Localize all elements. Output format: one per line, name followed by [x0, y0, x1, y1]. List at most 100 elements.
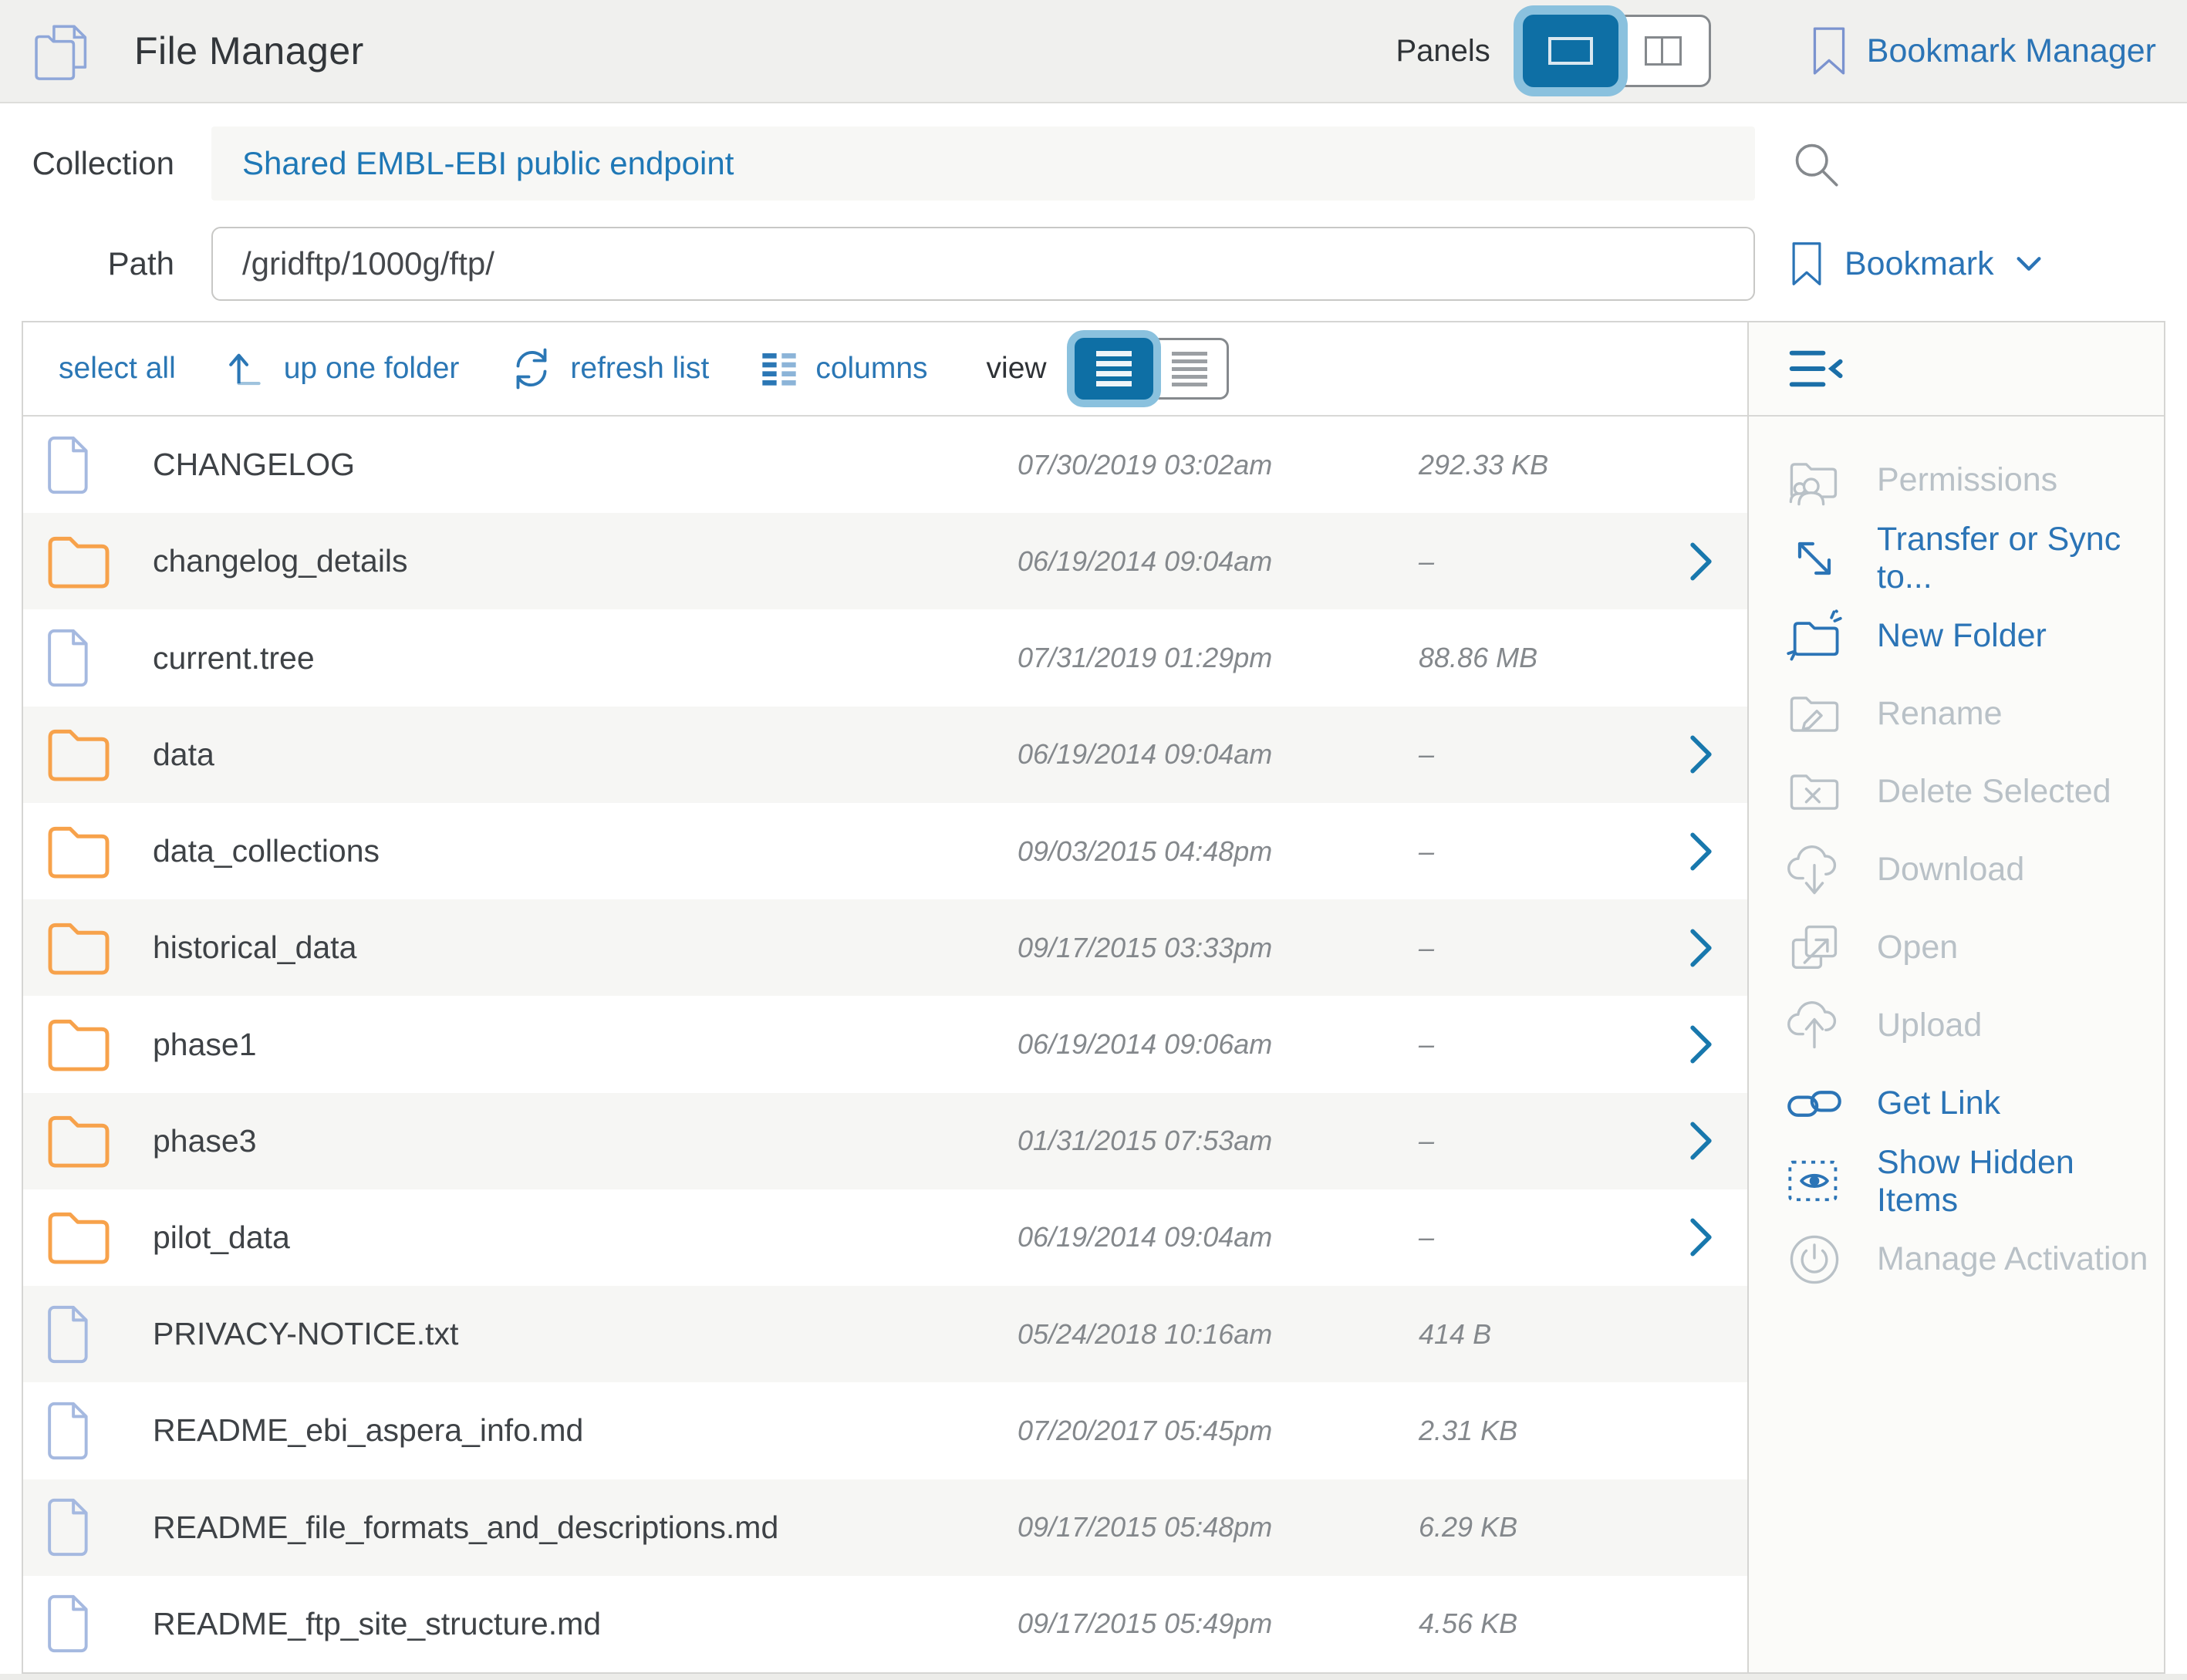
file-name: data	[123, 737, 1018, 773]
search-button[interactable]	[1790, 139, 1840, 188]
delete-selected-icon	[1785, 763, 1844, 821]
chevron-down-icon	[2016, 256, 2042, 272]
up-one-folder-icon	[227, 349, 267, 389]
file-row[interactable]: README_file_formats_and_descriptions.md …	[23, 1479, 1747, 1576]
columns-icon	[760, 349, 798, 388]
file-name: current.tree	[123, 640, 1018, 676]
panels-label: Panels	[1396, 34, 1490, 69]
select-all-button[interactable]: select all	[59, 352, 176, 386]
open-folder-chevron[interactable]	[1689, 734, 1747, 774]
file-date: 09/17/2015 05:48pm	[1018, 1511, 1419, 1543]
up-one-folder-button[interactable]: up one folder	[227, 349, 460, 389]
file-name: data_collections	[123, 833, 1018, 869]
action-label: Download	[1877, 851, 2024, 889]
file-size: 6.29 KB	[1419, 1511, 1689, 1543]
action-get-link[interactable]: Get Link	[1749, 1064, 2164, 1142]
file-date: 07/31/2019 01:29pm	[1018, 642, 1419, 674]
open-folder-chevron[interactable]	[1689, 541, 1747, 582]
action-show-hidden[interactable]: Show Hidden Items	[1749, 1142, 2164, 1220]
dual-panel-icon	[1645, 36, 1682, 66]
file-row[interactable]: current.tree 07/31/2019 01:29pm 88.86 MB	[23, 609, 1747, 706]
file-row[interactable]: PRIVACY-NOTICE.txt 05/24/2018 10:16am 41…	[23, 1286, 1747, 1382]
app-header: File Manager Panels Bookmark Manager	[0, 0, 2187, 103]
header-right: Panels Bookmark Manager	[1396, 15, 2156, 87]
chevron-right-icon	[1689, 928, 1713, 968]
file-icon	[46, 1304, 94, 1365]
file-row[interactable]: historical_data 09/17/2015 03:33pm –	[23, 899, 1747, 996]
collapse-sidebar-button[interactable]	[1789, 349, 1846, 389]
file-name: README_ftp_site_structure.md	[123, 1606, 1018, 1642]
columns-button[interactable]: columns	[760, 349, 927, 388]
bookmark-icon	[1790, 241, 1823, 287]
chevron-right-icon	[1689, 1121, 1713, 1161]
file-row[interactable]: changelog_details 06/19/2014 09:04am –	[23, 513, 1747, 609]
folder-icon	[46, 1209, 111, 1266]
file-date: 06/19/2014 09:04am	[1018, 1221, 1419, 1253]
open-folder-chevron[interactable]	[1689, 1121, 1747, 1161]
action-new-folder[interactable]: New Folder	[1749, 597, 2164, 675]
file-row[interactable]: README_ebi_aspera_info.md 07/20/2017 05:…	[23, 1382, 1747, 1479]
bookmark-manager-link[interactable]: Bookmark Manager	[1811, 25, 2156, 76]
file-size: –	[1419, 835, 1689, 868]
chevron-right-icon	[1689, 1217, 1713, 1257]
file-icon	[46, 1496, 94, 1558]
collection-input[interactable]: Shared EMBL-EBI public endpoint	[211, 127, 1755, 201]
file-row[interactable]: data_collections 09/03/2015 04:48pm –	[23, 803, 1747, 899]
bookmark-manager-label: Bookmark Manager	[1867, 32, 2156, 70]
action-label: Permissions	[1877, 461, 2057, 499]
collection-value: Shared EMBL-EBI public endpoint	[242, 145, 734, 182]
list-view-icon	[1096, 351, 1132, 386]
open-folder-chevron[interactable]	[1689, 832, 1747, 872]
bookmark-button[interactable]: Bookmark	[1790, 241, 2042, 287]
file-row[interactable]: phase3 01/31/2015 07:53am –	[23, 1093, 1747, 1189]
action-permissions: Permissions	[1749, 441, 2164, 519]
file-name: CHANGELOG	[123, 447, 1018, 483]
file-date: 09/17/2015 03:33pm	[1018, 932, 1419, 964]
file-row[interactable]: pilot_data 06/19/2014 09:04am –	[23, 1189, 1747, 1286]
bottom-strip	[0, 1674, 2187, 1680]
path-label: Path	[31, 245, 174, 282]
collection-label: Collection	[31, 145, 174, 182]
open-folder-chevron[interactable]	[1689, 928, 1747, 968]
file-row[interactable]: README_ftp_site_structure.md 09/17/2015 …	[23, 1576, 1747, 1672]
refresh-icon	[510, 347, 553, 390]
open-folder-chevron[interactable]	[1689, 1217, 1747, 1257]
file-name: README_ebi_aspera_info.md	[123, 1412, 1018, 1449]
action-transfer[interactable]: Transfer or Sync to...	[1749, 519, 2164, 597]
path-input[interactable]	[211, 227, 1755, 301]
file-row[interactable]: phase1 06/19/2014 09:06am –	[23, 996, 1747, 1092]
file-size: 292.33 KB	[1419, 449, 1689, 481]
detail-view-button[interactable]	[1150, 338, 1229, 400]
chevron-right-icon	[1689, 1024, 1713, 1064]
action-label: Open	[1877, 929, 1958, 967]
folder-icon	[46, 919, 111, 977]
action-label: Manage Activation	[1877, 1240, 2148, 1278]
browser-toolbar: select all up one folder	[23, 322, 1747, 417]
bookmark-ribbon-icon	[1811, 25, 1847, 76]
file-size: –	[1419, 545, 1689, 578]
file-icon	[46, 434, 94, 496]
dual-panel-button[interactable]	[1615, 15, 1711, 87]
file-date: 06/19/2014 09:04am	[1018, 738, 1419, 771]
action-label: Show Hidden Items	[1877, 1144, 2164, 1220]
refresh-list-button[interactable]: refresh list	[510, 347, 709, 390]
file-name: phase1	[123, 1027, 1018, 1063]
action-label: New Folder	[1877, 617, 2047, 655]
file-name: changelog_details	[123, 543, 1018, 579]
action-label: Get Link	[1877, 1085, 2000, 1122]
open-folder-chevron[interactable]	[1689, 1024, 1747, 1064]
file-row[interactable]: data 06/19/2014 09:04am –	[23, 707, 1747, 803]
single-panel-button[interactable]	[1523, 15, 1618, 87]
location-section: Collection Shared EMBL-EBI public endpoi…	[0, 103, 2187, 321]
chevron-right-icon	[1689, 734, 1713, 774]
list-view-button[interactable]	[1075, 338, 1153, 400]
collapse-panel-icon	[1789, 349, 1846, 389]
folder-icon	[46, 533, 111, 590]
chevron-right-icon	[1689, 541, 1713, 582]
file-icon	[46, 627, 94, 689]
folder-icon	[46, 823, 111, 880]
chevron-right-icon	[1689, 832, 1713, 872]
file-name: historical_data	[123, 929, 1018, 966]
file-row[interactable]: CHANGELOG 07/30/2019 03:02am 292.33 KB	[23, 417, 1747, 513]
transfer-icon	[1785, 529, 1844, 588]
